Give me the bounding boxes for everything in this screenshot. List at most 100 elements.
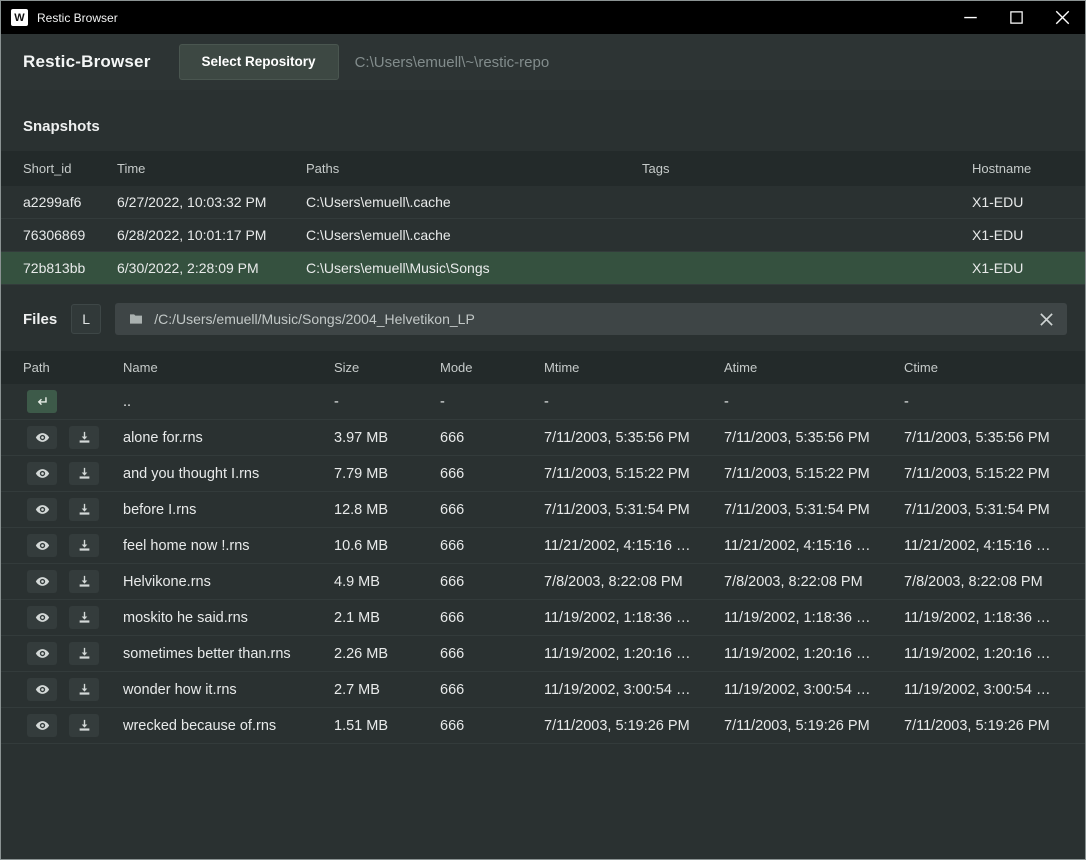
file-atime: 7/8/2003, 8:22:08 PM bbox=[724, 574, 904, 590]
snapshot-row[interactable]: a2299af66/27/2022, 10:03:32 PMC:\Users\e… bbox=[1, 186, 1085, 219]
snapshots-body: a2299af66/27/2022, 10:03:32 PMC:\Users\e… bbox=[1, 186, 1085, 285]
preview-file-button[interactable] bbox=[27, 426, 57, 449]
app-window: W Restic Browser Restic-Browser Select R… bbox=[0, 0, 1086, 860]
maximize-icon bbox=[1009, 10, 1024, 25]
download-file-button[interactable] bbox=[69, 642, 99, 665]
file-name: and you thought I.rns bbox=[123, 466, 334, 482]
file-name: .. bbox=[123, 394, 334, 410]
repository-path-input[interactable]: C:\Users\emuell\~\restic-repo bbox=[355, 54, 1063, 71]
clear-path-button[interactable] bbox=[1039, 312, 1054, 327]
select-repository-button[interactable]: Select Repository bbox=[179, 44, 339, 80]
snapshots-column-tags: Tags bbox=[642, 161, 972, 176]
file-mode: - bbox=[440, 394, 544, 410]
snapshot-hostname: X1-EDU bbox=[972, 194, 1063, 210]
file-row: feel home now !.rns10.6 MB66611/21/2002,… bbox=[1, 528, 1085, 564]
file-name: moskito he said.rns bbox=[123, 610, 334, 626]
snapshot-hostname: X1-EDU bbox=[972, 260, 1063, 276]
file-mode: 666 bbox=[440, 610, 544, 626]
download-file-button[interactable] bbox=[69, 462, 99, 485]
file-mode: 666 bbox=[440, 718, 544, 734]
file-ctime: 11/19/2002, 1:20:16 … bbox=[904, 646, 1063, 662]
snapshots-column-paths: Paths bbox=[306, 161, 642, 176]
preview-file-button[interactable] bbox=[27, 498, 57, 521]
preview-file-button[interactable] bbox=[27, 642, 57, 665]
file-mtime: 7/8/2003, 8:22:08 PM bbox=[544, 574, 724, 590]
file-actions bbox=[23, 426, 123, 449]
eye-icon bbox=[35, 430, 50, 445]
download-file-button[interactable] bbox=[69, 534, 99, 557]
download-icon bbox=[77, 538, 92, 553]
preview-file-button[interactable] bbox=[27, 606, 57, 629]
snapshot-short-id: 76306869 bbox=[23, 227, 117, 243]
download-file-button[interactable] bbox=[69, 426, 99, 449]
file-size: 2.7 MB bbox=[334, 682, 440, 698]
file-path-bar[interactable]: /C:/Users/emuell/Music/Songs/2004_Helvet… bbox=[115, 303, 1067, 335]
download-file-button[interactable] bbox=[69, 570, 99, 593]
file-row: wonder how it.rns2.7 MB66611/19/2002, 3:… bbox=[1, 672, 1085, 708]
app-icon: W bbox=[11, 9, 28, 26]
file-atime: 7/11/2003, 5:15:22 PM bbox=[724, 466, 904, 482]
preview-file-button[interactable] bbox=[27, 714, 57, 737]
snapshot-paths: C:\Users\emuell\Music\Songs bbox=[306, 260, 642, 276]
file-size: 4.9 MB bbox=[334, 574, 440, 590]
download-icon bbox=[77, 574, 92, 589]
snapshot-row[interactable]: 763068696/28/2022, 10:01:17 PMC:\Users\e… bbox=[1, 219, 1085, 252]
parent-directory-row: ..----- bbox=[1, 384, 1085, 420]
list-mode-button[interactable]: L bbox=[71, 304, 101, 334]
eye-icon bbox=[35, 718, 50, 733]
download-file-button[interactable] bbox=[69, 606, 99, 629]
snapshot-paths: C:\Users\emuell\.cache bbox=[306, 194, 642, 210]
file-name: before I.rns bbox=[123, 502, 334, 518]
header: Restic-Browser Select Repository C:\User… bbox=[1, 34, 1085, 90]
snapshots-header-row: Short_idTimePathsTagsHostname bbox=[1, 151, 1085, 186]
download-file-button[interactable] bbox=[69, 714, 99, 737]
file-size: 1.51 MB bbox=[334, 718, 440, 734]
file-ctime: 11/19/2002, 1:18:36 … bbox=[904, 610, 1063, 626]
file-ctime: 7/11/2003, 5:19:26 PM bbox=[904, 718, 1063, 734]
file-row: sometimes better than.rns2.26 MB66611/19… bbox=[1, 636, 1085, 672]
eye-icon bbox=[35, 466, 50, 481]
download-icon bbox=[77, 646, 92, 661]
close-icon bbox=[1039, 312, 1054, 327]
preview-file-button[interactable] bbox=[27, 534, 57, 557]
download-icon bbox=[77, 466, 92, 481]
preview-file-button[interactable] bbox=[27, 678, 57, 701]
file-row: and you thought I.rns7.79 MB6667/11/2003… bbox=[1, 456, 1085, 492]
snapshots-column-time: Time bbox=[117, 161, 306, 176]
snapshot-short-id: 72b813bb bbox=[23, 260, 117, 276]
app-title: Restic-Browser bbox=[23, 52, 151, 72]
file-ctime: 7/8/2003, 8:22:08 PM bbox=[904, 574, 1063, 590]
file-mtime: 11/19/2002, 1:20:16 … bbox=[544, 646, 724, 662]
files-column-path: Path bbox=[23, 360, 123, 375]
eye-icon bbox=[35, 502, 50, 517]
minimize-button[interactable] bbox=[947, 1, 993, 34]
snapshot-time: 6/27/2022, 10:03:32 PM bbox=[117, 194, 306, 210]
file-atime: 11/19/2002, 1:18:36 … bbox=[724, 610, 904, 626]
files-column-size: Size bbox=[334, 360, 440, 375]
download-file-button[interactable] bbox=[69, 498, 99, 521]
file-mode: 666 bbox=[440, 502, 544, 518]
snapshots-heading: Snapshots bbox=[1, 90, 1085, 151]
file-name: wrecked because of.rns bbox=[123, 718, 334, 734]
file-actions bbox=[23, 714, 123, 737]
file-actions bbox=[23, 678, 123, 701]
snapshot-hostname: X1-EDU bbox=[972, 227, 1063, 243]
download-file-button[interactable] bbox=[69, 678, 99, 701]
snapshot-row-selected[interactable]: 72b813bb6/30/2022, 2:28:09 PMC:\Users\em… bbox=[1, 252, 1085, 285]
file-ctime: - bbox=[904, 394, 1063, 410]
file-size: 3.97 MB bbox=[334, 430, 440, 446]
preview-file-button[interactable] bbox=[27, 570, 57, 593]
file-mtime: 7/11/2003, 5:31:54 PM bbox=[544, 502, 724, 518]
files-header-row: PathNameSizeModeMtimeAtimeCtime bbox=[1, 351, 1085, 384]
go-to-parent-button[interactable] bbox=[27, 390, 57, 413]
file-actions bbox=[23, 462, 123, 485]
folder-icon bbox=[128, 311, 144, 327]
file-actions bbox=[23, 570, 123, 593]
files-column-atime: Atime bbox=[724, 360, 904, 375]
preview-file-button[interactable] bbox=[27, 462, 57, 485]
file-ctime: 7/11/2003, 5:31:54 PM bbox=[904, 502, 1063, 518]
maximize-button[interactable] bbox=[993, 1, 1039, 34]
close-button[interactable] bbox=[1039, 1, 1085, 34]
file-atime: 7/11/2003, 5:35:56 PM bbox=[724, 430, 904, 446]
file-mtime: 11/19/2002, 3:00:54 … bbox=[544, 682, 724, 698]
